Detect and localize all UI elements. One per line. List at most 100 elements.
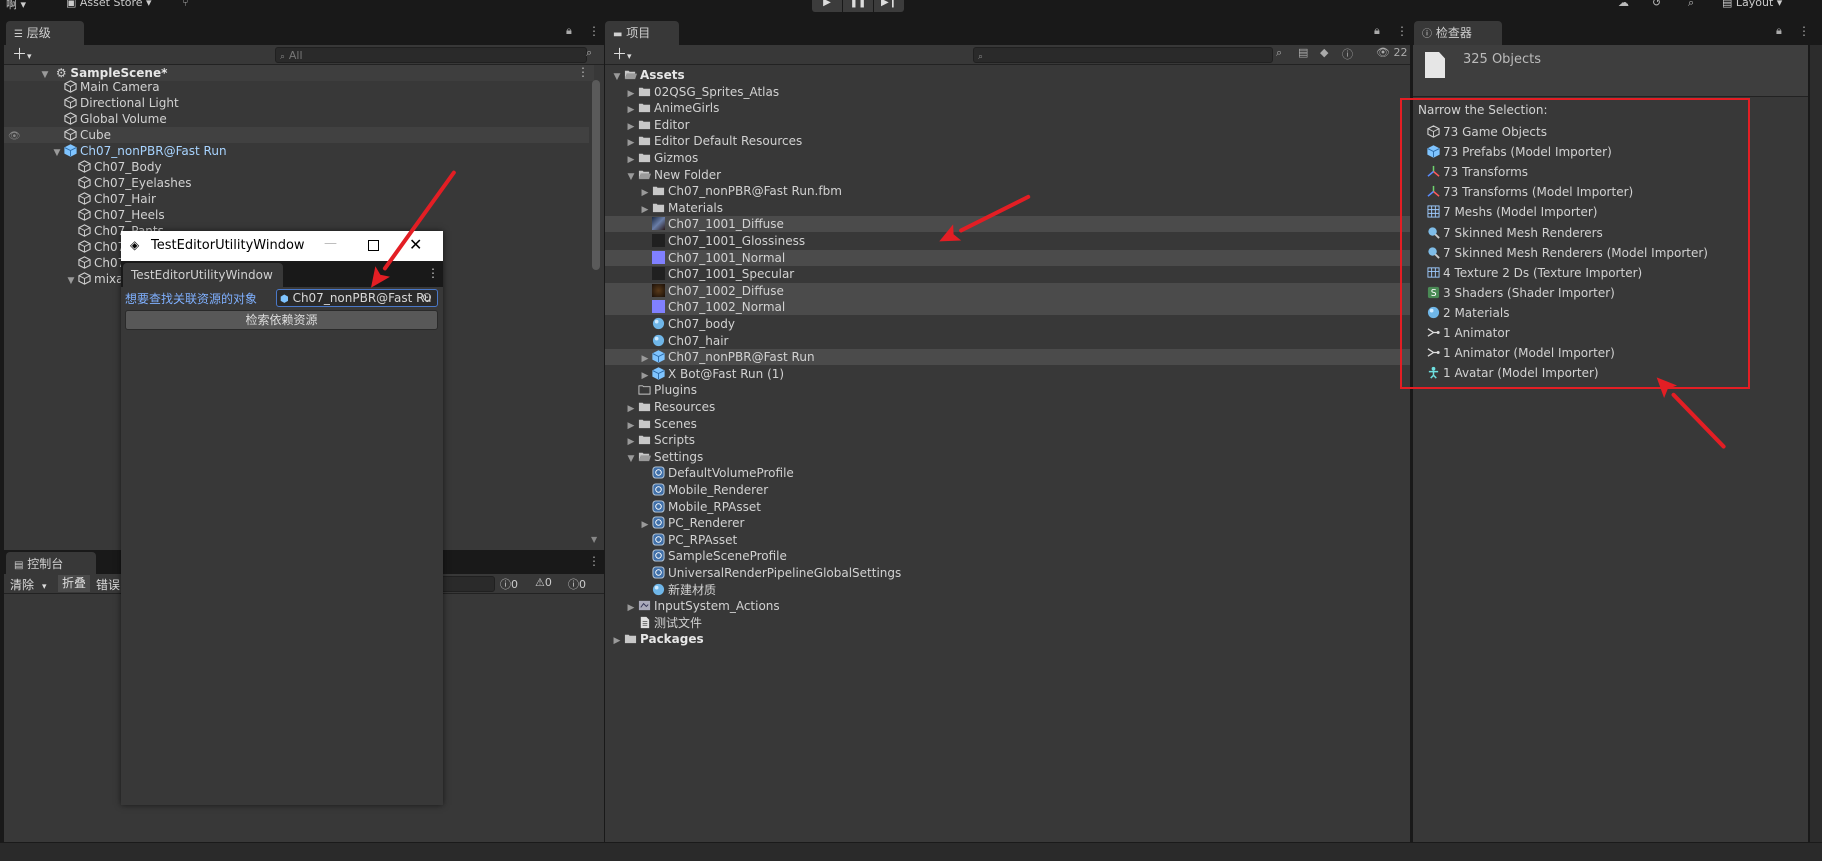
utility-menu-icon[interactable]: ⋮ [427,266,439,280]
project-item[interactable]: SampleSceneProfile [605,548,1410,564]
search-dependencies-button[interactable]: 检索依赖资源 [125,310,438,330]
project-item[interactable]: Mobile_RPAsset [605,499,1410,515]
project-item[interactable]: Ch07_1001_Glossiness [605,233,1410,249]
hierarchy-item[interactable]: Ch07_Eyelashes [4,175,589,191]
fold-arrow-icon[interactable]: ▶ [626,434,636,450]
project-item[interactable]: ▶ Editor Default Resources [605,133,1410,149]
hierarchy-item[interactable]: Cube [4,127,589,143]
project-search-input[interactable]: ⌕ [973,47,1273,63]
minimize-icon[interactable]: — [324,236,337,251]
project-item[interactable]: ▼ New Folder [605,167,1410,183]
project-item[interactable]: UniversalRenderPipelineGlobalSettings [605,565,1410,581]
cloud-icon[interactable]: ☁ [1618,0,1629,9]
project-item[interactable]: ▶ AnimeGirls [605,100,1410,116]
project-item[interactable]: Ch07_1002_Diffuse [605,282,1410,299]
project-add-button[interactable]: ＋▾ [612,45,632,66]
hierarchy-prefab-row[interactable]: ▼ Ch07_nonPBR@Fast Run [4,143,589,159]
project-lock-icon[interactable]: 🔒︎ [1374,24,1380,38]
asset-store-button[interactable]: ▣ Asset Store ▾ [66,0,152,10]
fold-arrow-icon[interactable]: ▼ [626,169,636,185]
project-item[interactable]: DefaultVolumeProfile [605,465,1410,481]
project-item[interactable]: ▼ Settings [605,449,1410,465]
project-item[interactable]: ▶ Ch07_nonPBR@Fast Run.fbm [605,183,1410,199]
tab-console[interactable]: ▤ 控制台 [6,552,96,576]
project-item[interactable]: Ch07_1001_Normal [605,249,1410,266]
scroll-down-arrow-icon[interactable]: ▼ [591,535,597,544]
filter-by-type-icon[interactable]: ▤ [1298,46,1308,59]
fold-arrow-icon[interactable]: ▶ [626,401,636,417]
layout-dropdown[interactable]: ▤ Layout ▾ [1722,0,1782,9]
filter-by-label-icon[interactable]: ◆ [1320,46,1328,59]
fold-arrow-icon[interactable]: ▶ [640,351,650,367]
scene-menu-icon[interactable]: ⋮ [577,65,589,79]
project-item[interactable]: 新建材质 [605,582,1410,598]
fold-arrow-icon[interactable]: ▶ [640,368,650,384]
fold-arrow-icon[interactable]: ▼ [626,451,636,467]
project-item[interactable]: ▶ X Bot@Fast Run (1) [605,366,1410,382]
errors-filter-icon[interactable]: ⓘ [1342,46,1353,62]
project-item[interactable]: ▶ 02QSG_Sprites_Atlas [605,84,1410,100]
fold-arrow-icon[interactable]: ▶ [640,185,650,201]
project-item[interactable]: ▶ Editor [605,117,1410,133]
hierarchy-item[interactable]: Main Camera [4,79,589,95]
hierarchy-item[interactable]: Global Volume [4,111,589,127]
console-clear-button[interactable]: 清除 ▾ [10,576,47,593]
pause-button[interactable]: ❚❚ [843,0,873,12]
project-item[interactable]: ▶ InputSystem_Actions [605,598,1410,614]
project-item[interactable]: Ch07_1001_Diffuse [605,216,1410,233]
project-item[interactable]: ▶ Resources [605,399,1410,415]
project-menu-icon[interactable]: ⋮ [1396,24,1408,38]
version-control-icon[interactable]: ⑂ [182,0,189,9]
project-item[interactable]: ▶ Scripts [605,432,1410,448]
scene-filter-icon[interactable]: ⌕ [586,46,592,60]
search-icon[interactable]: ⌕ [1688,0,1694,10]
console-error-pause-button[interactable]: 错误 [96,576,120,593]
console-collapse-button[interactable]: 折叠 [58,575,91,592]
console-menu-icon[interactable]: ⋮ [588,554,600,568]
project-item[interactable]: Ch07_hair [605,333,1410,349]
fold-arrow-icon[interactable]: ▶ [626,152,636,168]
hierarchy-add-button[interactable]: ＋▾ [12,45,32,66]
project-item[interactable]: ▶ Packages [605,631,1410,647]
hidden-packages-toggle[interactable]: 👁︎ 22 [1376,46,1407,59]
project-item[interactable]: ▶ PC_Renderer [605,515,1410,531]
fold-arrow-icon[interactable]: ▶ [626,600,636,616]
tab-utility-window[interactable]: TestEditorUtilityWindow [123,263,283,287]
project-item[interactable]: ▶ Ch07_nonPBR@Fast Run [605,349,1410,367]
search-by-type-icon[interactable]: ⌕ [1276,46,1282,60]
fold-arrow-icon[interactable]: ▶ [626,418,636,434]
inspector-lock-icon[interactable]: 🔒︎ [1776,24,1782,38]
project-item[interactable]: Plugins [605,382,1410,398]
console-error-count[interactable]: ⓘ0 [568,576,586,592]
console-search-input[interactable] [440,576,495,592]
hierarchy-visibility-icon[interactable]: 👁︎ [8,131,21,142]
maximize-icon[interactable] [368,240,379,251]
step-button[interactable]: ▶❙ [874,0,904,12]
tab-inspector[interactable]: ⓘ 检查器 [1414,21,1502,45]
project-item[interactable]: Ch07_1001_Specular [605,266,1410,282]
project-item[interactable]: ▶ Gizmos [605,150,1410,166]
project-item[interactable]: Mobile_Renderer [605,482,1410,498]
hierarchy-item[interactable]: Ch07_Hair [4,191,589,207]
hierarchy-item[interactable]: Ch07_Body [4,159,589,175]
account-dropdown[interactable]: 啊 ▾ [6,0,26,11]
history-icon[interactable]: ↺ [1652,0,1661,9]
object-picker-icon[interactable]: ⊙ [422,290,432,304]
fold-arrow-icon[interactable]: ▼ [66,273,76,289]
inspector-menu-icon[interactable]: ⋮ [1798,24,1810,38]
project-item[interactable]: ▼ Assets [605,67,1410,83]
hierarchy-item[interactable]: Directional Light [4,95,589,111]
play-button[interactable]: ▶ [812,0,842,12]
close-icon[interactable]: ✕ [409,235,422,254]
project-item[interactable]: 测试文件 [605,615,1410,631]
fold-arrow-icon[interactable]: ▶ [612,633,622,649]
hierarchy-lock-icon[interactable]: 🔒︎ [566,24,572,38]
fold-arrow-icon[interactable]: ▶ [626,102,636,118]
hierarchy-item[interactable]: Ch07_Heels [4,207,589,223]
inspector-scrollbar[interactable] [1810,45,1822,842]
fold-arrow-icon[interactable]: ▶ [626,119,636,135]
fold-arrow-icon[interactable]: ▶ [640,202,650,218]
project-item[interactable]: Ch07_1002_Normal [605,299,1410,316]
tab-hierarchy[interactable]: ☰ 层级 [6,21,84,45]
project-item[interactable]: ▶ Scenes [605,416,1410,432]
